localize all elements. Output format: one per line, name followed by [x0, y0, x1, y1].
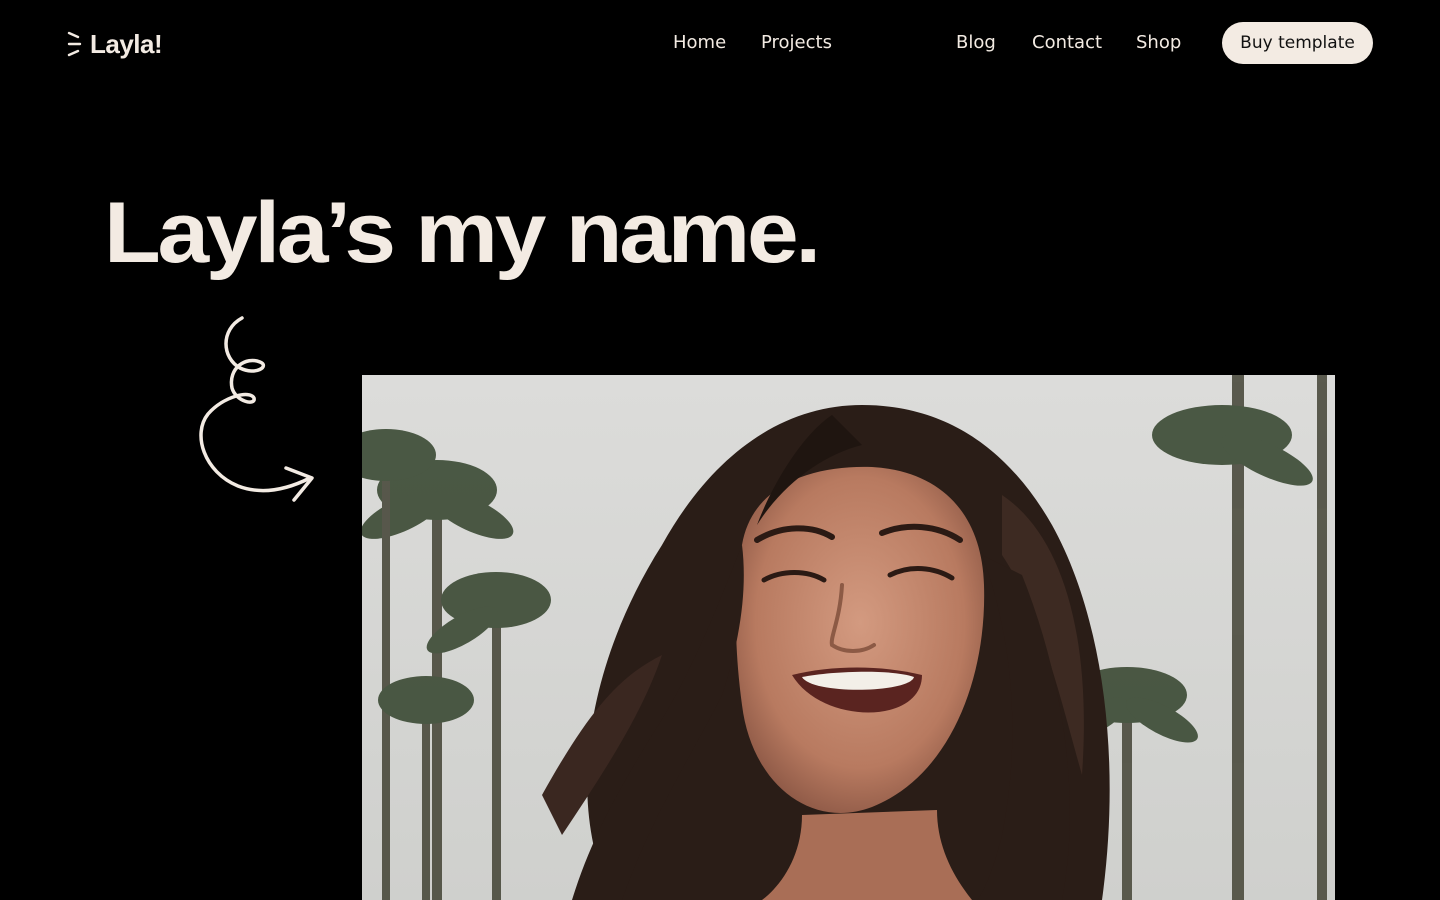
- nav-contact[interactable]: Contact: [1032, 31, 1102, 55]
- sparkle-icon: [67, 31, 82, 57]
- buy-template-button[interactable]: Buy template: [1222, 22, 1373, 64]
- portrait-image: [362, 375, 1335, 900]
- hero-photo: [362, 375, 1335, 900]
- nav-home[interactable]: Home: [673, 31, 726, 55]
- page: Layla! Home Projects Blog Contact Shop B…: [0, 0, 1440, 900]
- logo-text: Layla!: [90, 29, 163, 59]
- hero-title: Layla’s my name.: [104, 185, 821, 281]
- swirl-arrow-icon: [199, 316, 314, 502]
- nav-blog[interactable]: Blog: [956, 31, 996, 55]
- nav-shop[interactable]: Shop: [1136, 31, 1181, 55]
- logo-link[interactable]: Layla!: [66, 28, 163, 60]
- nav-projects[interactable]: Projects: [761, 31, 832, 55]
